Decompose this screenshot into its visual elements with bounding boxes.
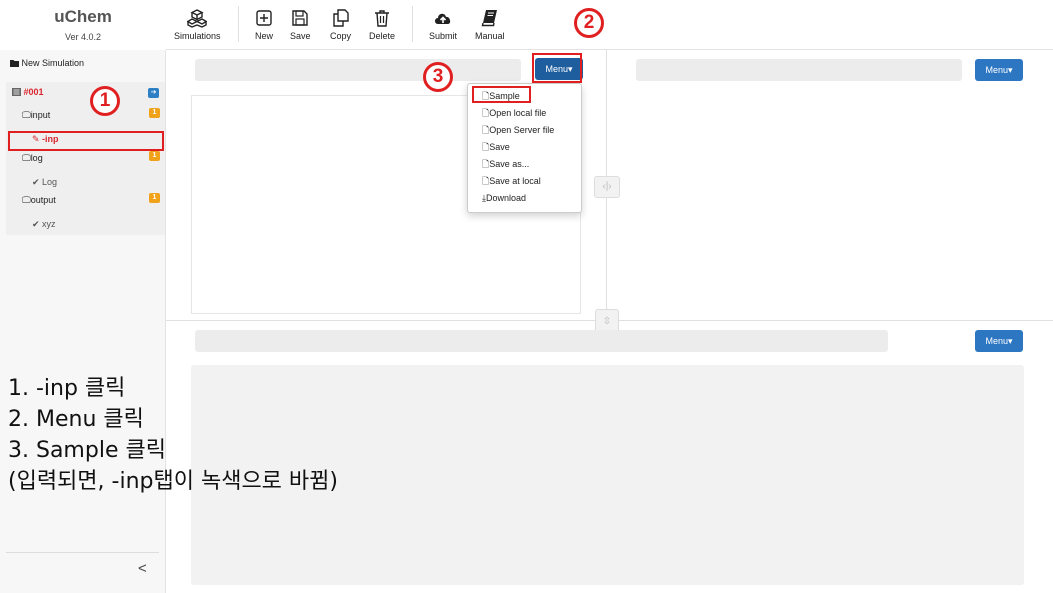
copy-button[interactable]: Copy: [330, 8, 351, 41]
bottom-title-bar: [195, 330, 888, 352]
menu-item-save-at-local[interactable]: 🗋Save at local: [482, 174, 541, 189]
toolbar-separator: [238, 6, 239, 42]
brand: uChem Ver 4.0.2: [0, 0, 166, 50]
horizontal-resize-handle[interactable]: ‹|›: [594, 176, 620, 198]
cubes-icon: [187, 9, 208, 28]
monitor-icon: 🖵: [22, 153, 31, 163]
toolbar-separator: [412, 6, 413, 42]
log-badge: 1: [149, 151, 160, 161]
log-label: log: [30, 153, 43, 163]
delete-button[interactable]: Delete: [369, 8, 395, 41]
new-simulation-label: New Simulation: [21, 58, 85, 68]
annotation-1: 1: [90, 86, 120, 116]
new-label: New: [254, 31, 273, 41]
menu-item-save-as[interactable]: 🗋Save as...: [482, 157, 529, 172]
new-simulation-item[interactable]: New Simulation: [10, 58, 175, 76]
monitor-icon: 🖵: [22, 195, 31, 205]
instructions: 1. -inp 클릭 2. Menu 클릭 3. Sample 클릭 (입력되면, -…: [8, 373, 338, 497]
simulation-id: #001: [23, 87, 44, 97]
caret-down-icon: ▾: [1007, 65, 1013, 75]
manual-label: Manual: [475, 31, 505, 41]
menu-item-save[interactable]: 🗋Save: [482, 140, 510, 155]
bottom-menu-button[interactable]: Menu▾: [975, 330, 1023, 352]
menu-item-download[interactable]: ⤓Download: [482, 191, 526, 206]
menu-label: Menu: [985, 336, 1008, 346]
delete-label: Delete: [369, 31, 396, 41]
input-label: input: [30, 110, 51, 120]
app-title: uChem: [54, 7, 112, 26]
log-item-label: Log: [42, 177, 58, 187]
output-label: output: [30, 195, 56, 205]
check-icon: ✔: [32, 177, 43, 187]
submit-label: Submit: [429, 31, 458, 41]
top-right-menu-button[interactable]: Menu▾: [975, 59, 1023, 81]
check-icon: ✔: [32, 219, 43, 229]
annotation-3: 3: [423, 62, 453, 92]
instruction-line-2: 2. Menu 클릭: [8, 407, 144, 432]
sidebar-divider: [6, 552, 159, 553]
top-right-title-bar: [636, 59, 962, 81]
list-icon: [12, 88, 21, 96]
app-version: Ver 4.0.2: [64, 32, 102, 42]
xyz-item[interactable]: ✔ xyz: [32, 219, 197, 237]
simulations-button[interactable]: Simulations: [174, 8, 221, 41]
trash-icon: [375, 10, 389, 27]
output-folder[interactable]: 🖵output: [22, 195, 187, 213]
menu-item-open-local-file[interactable]: 🗋Open local file: [482, 106, 546, 121]
monitor-icon: 🖵: [22, 110, 31, 120]
open-arrow-icon[interactable]: ➔: [148, 88, 159, 98]
book-icon: [481, 10, 497, 27]
copy-icon: [332, 9, 349, 27]
save-label: Save: [290, 31, 311, 41]
highlight-inp: [8, 131, 164, 151]
log-item[interactable]: ✔ Log: [32, 177, 197, 195]
xyz-label: xyz: [42, 219, 56, 229]
menu-item-open-server-file[interactable]: 🗋Open Server file: [482, 123, 554, 138]
cloud-upload-icon: [435, 13, 451, 24]
output-badge: 1: [149, 193, 160, 203]
manual-button[interactable]: Manual: [475, 8, 505, 41]
top-left-title-bar: [195, 59, 521, 81]
folder-icon: [10, 60, 19, 67]
highlight-menu: [532, 53, 582, 83]
collapse-sidebar-button[interactable]: <: [138, 560, 147, 577]
annotation-2: 2: [574, 8, 604, 38]
instruction-line-4: (입력되면, -inp탭이 녹색으로 바뀜): [8, 469, 338, 494]
log-folder[interactable]: 🖵log: [22, 153, 187, 171]
input-badge: 1: [149, 108, 160, 118]
instruction-line-1: 1. -inp 클릭: [8, 376, 126, 401]
highlight-sample: [472, 86, 531, 103]
menu-label: Menu: [985, 65, 1008, 75]
copy-label: Copy: [330, 31, 352, 41]
submit-button[interactable]: Submit: [429, 8, 457, 41]
instruction-line-3: 3. Sample 클릭: [8, 438, 166, 463]
new-button[interactable]: New: [254, 8, 274, 41]
plus-square-icon: [256, 10, 272, 26]
floppy-icon: [292, 10, 308, 26]
toolbar: Simulations New Save Copy Delete Submit …: [166, 0, 1053, 50]
simulations-label: Simulations: [174, 31, 221, 41]
save-button[interactable]: Save: [290, 8, 311, 41]
caret-down-icon: ▾: [1007, 336, 1013, 346]
